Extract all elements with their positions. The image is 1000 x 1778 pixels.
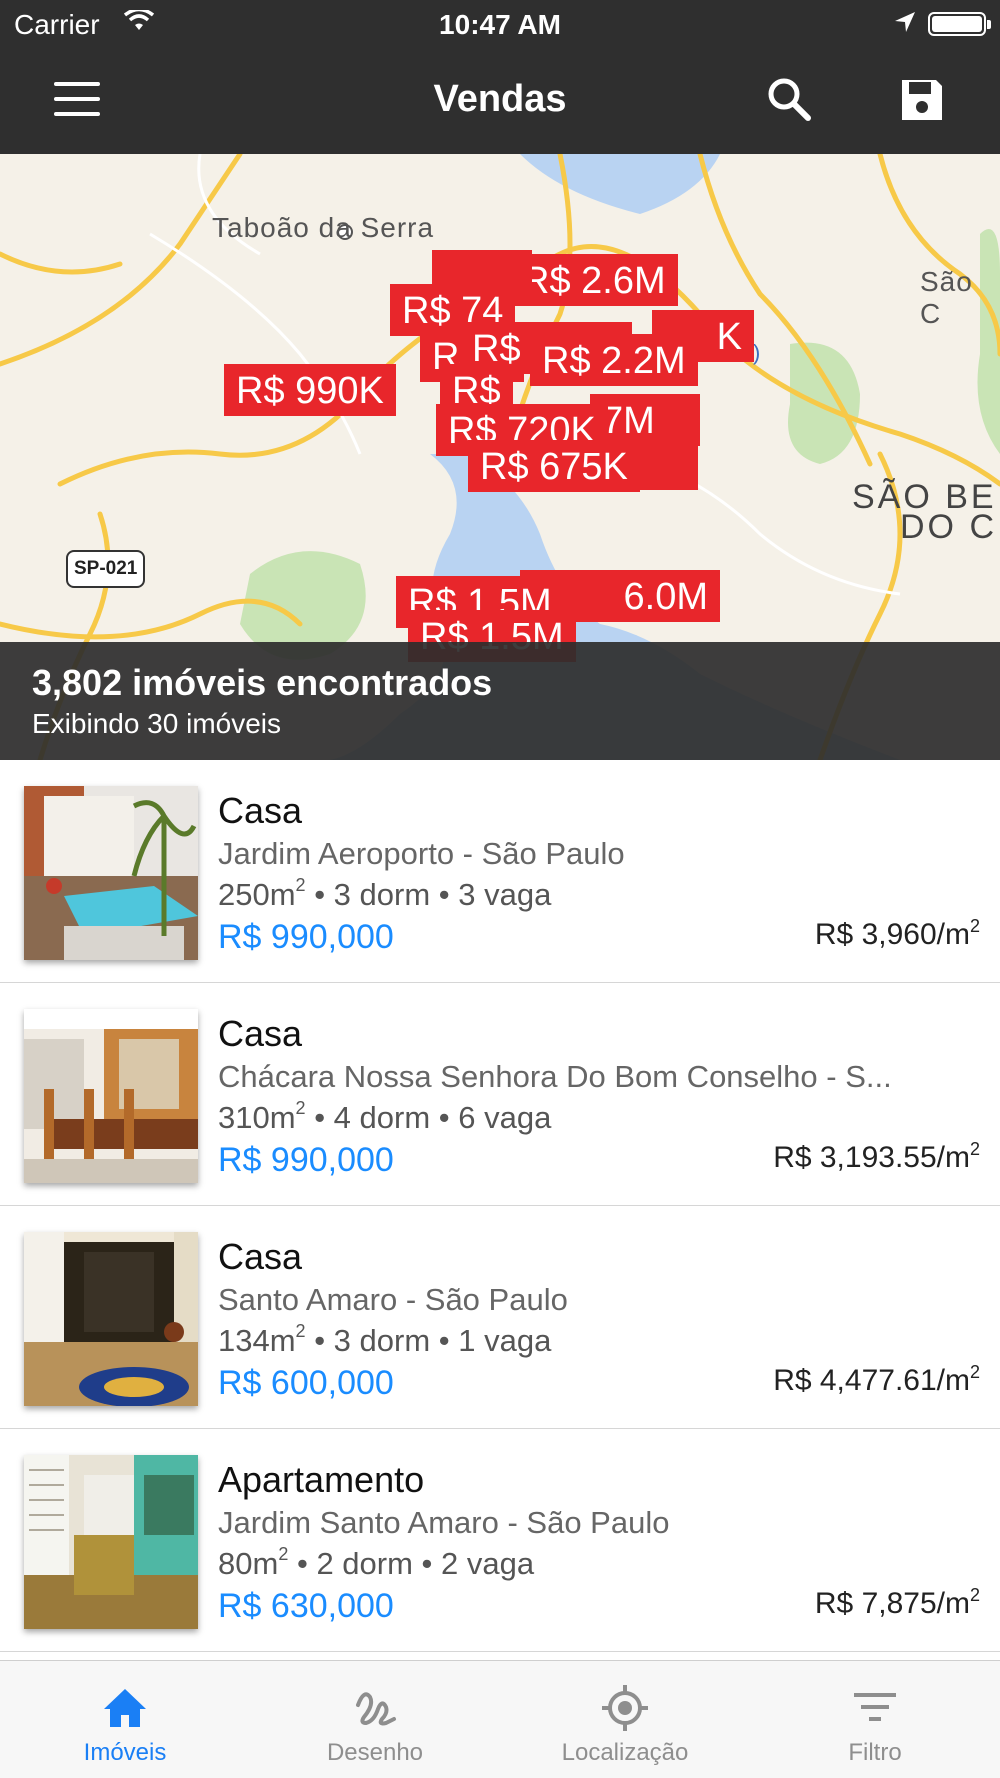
tab-filtro[interactable]: Filtro [750, 1661, 1000, 1778]
tab-label: Localização [561, 1739, 689, 1766]
listing-item[interactable]: Casa Jardim Aeroporto - São Paulo 250m2 … [0, 760, 1000, 983]
search-icon[interactable] [766, 76, 812, 122]
listing-type: Casa [218, 1236, 303, 1277]
listing-photo [24, 1455, 198, 1629]
tab-localizacao[interactable]: Localização [500, 1661, 750, 1778]
status-bar: Carrier 10:47 AM [0, 0, 1000, 50]
listing-price: R$ 990,000 [218, 918, 394, 956]
tab-desenho[interactable]: Desenho [250, 1661, 500, 1778]
results-overlay: 3,802 imóveis encontrados Exibindo 30 im… [0, 642, 1000, 760]
price-pin[interactable]: R$ 675K [468, 440, 640, 492]
price-pin[interactable]: R$ 2.6M [510, 254, 678, 306]
listing-specs: 80m2 • 2 dorm • 2 vaga [218, 1544, 535, 1581]
listing-photo [24, 786, 198, 960]
listing-price: R$ 630,000 [218, 1587, 394, 1625]
price-pin[interactable]: R$ 990K [224, 364, 396, 416]
map-label: DO C [900, 508, 997, 546]
tab-label: Imóveis [83, 1739, 167, 1766]
tab-imoveis[interactable]: Imóveis [0, 1661, 250, 1778]
listing-price-per-m2: R$ 7,875/m2 [814, 1585, 980, 1620]
map-label: São C [920, 266, 973, 329]
floppy-disk-icon[interactable] [898, 76, 946, 124]
map-view[interactable]: Taboão da Serra São C SÃO BE DO C ras GH… [0, 154, 1000, 760]
filter-icon [854, 1693, 896, 1721]
listing-type: Casa [218, 1013, 303, 1054]
listing-address: Chácara Nossa Senhora Do Bom Conselho - … [218, 1059, 892, 1094]
map-label: Taboão da Serra [212, 212, 435, 243]
listing-address: Jardim Aeroporto - São Paulo [218, 836, 625, 871]
listing-item[interactable]: Apartamento Jardim Santo Amaro - São Pau… [0, 1429, 1000, 1652]
road-shield: SP-021 [66, 550, 146, 588]
results-count: 3,802 imóveis encontrados [32, 662, 493, 703]
results-subtitle: Exibindo 30 imóveis [32, 708, 282, 739]
nav-bar: Vendas [0, 50, 1000, 154]
battery-icon [928, 12, 991, 36]
clock: 10:47 AM [439, 9, 561, 40]
listing-item[interactable]: Casa Chácara Nossa Senhora Do Bom Consel… [0, 983, 1000, 1206]
listing-specs: 134m2 • 3 dorm • 1 vaga [218, 1321, 552, 1358]
draw-icon [356, 1692, 396, 1726]
listing-list: Casa Jardim Aeroporto - São Paulo 250m2 … [0, 760, 1000, 1652]
listing-price-per-m2: R$ 3,960/m2 [814, 916, 980, 951]
location-target-icon [602, 1685, 648, 1731]
home-icon [104, 1689, 146, 1727]
price-pin[interactable]: R$ 2.2M [530, 334, 698, 386]
listing-price: R$ 990,000 [218, 1141, 394, 1179]
listing-price-per-m2: R$ 3,193.55/m2 [773, 1139, 980, 1174]
tab-bar: Imóveis Desenho Localização Filtro [0, 1660, 1000, 1778]
tab-label: Filtro [848, 1739, 902, 1766]
listing-type: Apartamento [218, 1459, 425, 1500]
listing-photo [24, 1009, 198, 1183]
listing-address: Santo Amaro - São Paulo [218, 1282, 568, 1317]
listing-photo [24, 1232, 198, 1406]
listing-price: R$ 600,000 [218, 1364, 394, 1402]
listing-item[interactable]: Casa Santo Amaro - São Paulo 134m2 • 3 d… [0, 1206, 1000, 1429]
listing-specs: 310m2 • 4 dorm • 6 vaga [218, 1098, 552, 1135]
listing-type: Casa [218, 790, 303, 831]
listing-address: Jardim Santo Amaro - São Paulo [218, 1505, 670, 1540]
listing-price-per-m2: R$ 4,477.61/m2 [773, 1362, 980, 1397]
listing-specs: 250m2 • 3 dorm • 3 vaga [218, 875, 552, 912]
tab-label: Desenho [326, 1739, 424, 1766]
location-arrow-icon [895, 12, 915, 32]
page-title: Vendas [433, 78, 567, 120]
